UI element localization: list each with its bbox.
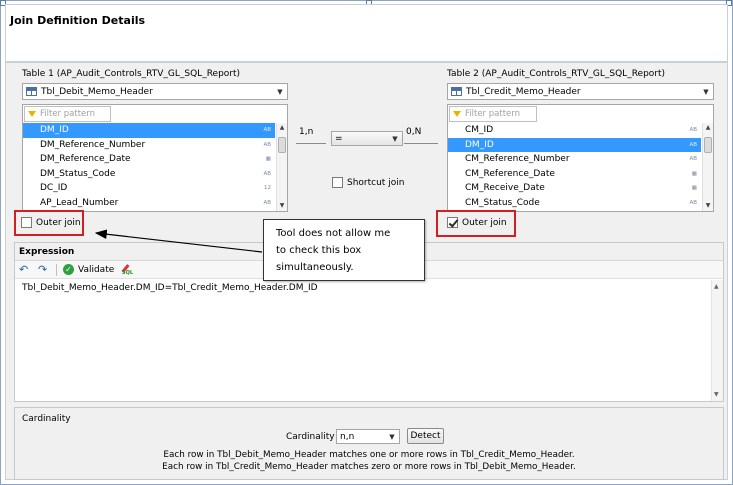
cardinality-value: n,n xyxy=(340,431,355,442)
cardinality-description-1: Each row in Tbl_Debit_Memo_Header matche… xyxy=(163,450,575,460)
cardinality-field-label: Cardinality xyxy=(286,432,335,442)
chevron-down-icon: ▼ xyxy=(389,432,395,441)
cardinality-select[interactable]: n,n ▼ xyxy=(336,429,400,444)
cardinality-description-2: Each row in Tbl_Credit_Memo_Header match… xyxy=(162,462,576,472)
detect-button[interactable]: Detect xyxy=(407,428,444,444)
cardinality-header: Cardinality xyxy=(22,414,71,424)
